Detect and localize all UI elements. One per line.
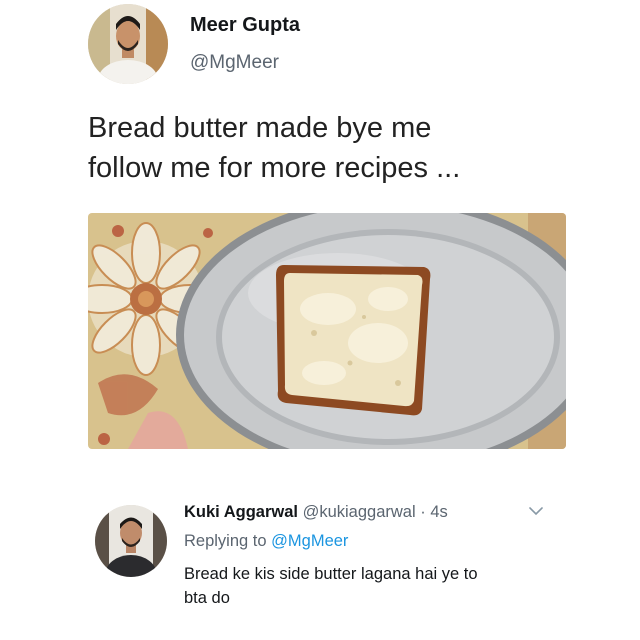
replying-to-link[interactable]: @MgMeer [271, 532, 348, 550]
reply-text-line: Bread ke kis side butter lagana hai ye t… [184, 565, 478, 583]
separator-dot: · [420, 503, 426, 521]
author-avatar[interactable] [88, 4, 168, 84]
reply-text: Bread ke kis side butter lagana hai ye t… [184, 562, 584, 610]
tweet-photo[interactable] [88, 213, 566, 449]
replying-to: Replying to @MgMeer [184, 532, 348, 551]
chevron-down-icon[interactable] [527, 504, 545, 518]
replying-prefix: Replying to [184, 532, 267, 550]
avatar-image [88, 4, 168, 84]
bread-on-plate-image [88, 213, 566, 449]
tweet-text-line: follow me for more recipes ... [88, 152, 461, 184]
reply-text-line: bta do [184, 589, 230, 607]
reply-tweet: Kuki Aggarwal @kukiaggarwal · 4s Replyin… [0, 490, 640, 640]
tweet-text-line: Bread butter made bye me [88, 112, 432, 144]
avatar-image [95, 505, 167, 577]
reply-header: Kuki Aggarwal @kukiaggarwal · 4s [184, 503, 448, 522]
reply-timestamp[interactable]: 4s [430, 503, 447, 521]
reply-author-name[interactable]: Kuki Aggarwal [184, 503, 298, 521]
original-tweet: Meer Gupta @MgMeer Bread butter made bye… [0, 0, 640, 460]
author-handle[interactable]: @MgMeer [190, 52, 279, 74]
author-name[interactable]: Meer Gupta [190, 14, 300, 37]
tweet-text: Bread butter made bye me follow me for m… [88, 108, 608, 188]
reply-author-handle[interactable]: @kukiaggarwal [303, 503, 416, 521]
reply-author-avatar[interactable] [95, 505, 167, 577]
